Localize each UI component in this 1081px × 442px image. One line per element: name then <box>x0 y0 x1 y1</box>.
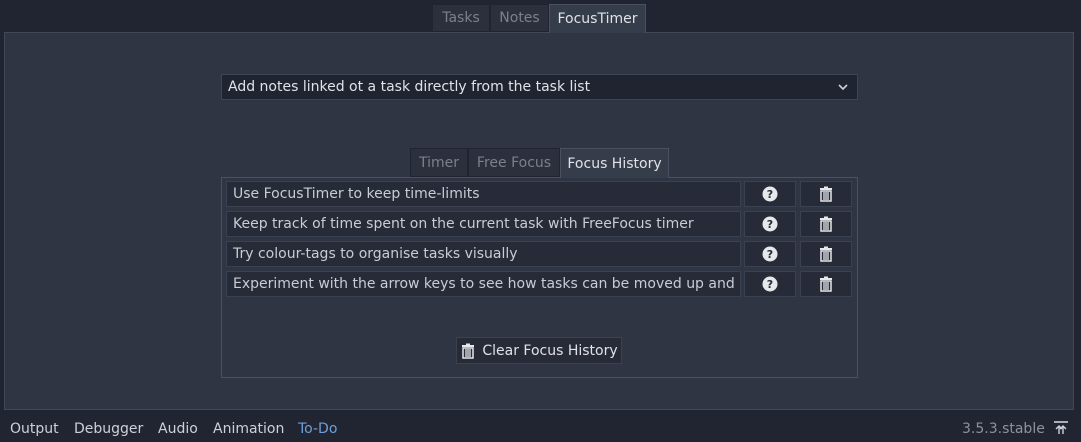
delete-button[interactable] <box>800 181 852 207</box>
trash-icon <box>820 246 832 262</box>
tab-focus-history[interactable]: Focus History <box>560 148 669 178</box>
help-button[interactable]: ? <box>744 241 796 267</box>
svg-text:?: ? <box>767 218 773 231</box>
clear-focus-history-button[interactable]: Clear Focus History <box>456 337 622 364</box>
tab-notes[interactable]: Notes <box>490 4 549 32</box>
help-button[interactable]: ? <box>744 181 796 207</box>
history-entry[interactable]: Try colour-tags to organise tasks visual… <box>226 241 741 267</box>
tip-select[interactable]: Add notes linked ot a task directly from… <box>221 74 858 100</box>
delete-button[interactable] <box>800 271 852 297</box>
tab-focustimer[interactable]: FocusTimer <box>549 4 646 33</box>
bottom-tab-todo[interactable]: To-Do <box>298 421 337 437</box>
svg-text:?: ? <box>767 188 773 201</box>
delete-button[interactable] <box>800 211 852 237</box>
bottom-tab-animation[interactable]: Animation <box>213 421 284 437</box>
chevron-down-icon <box>838 84 848 91</box>
expand-panel-icon[interactable] <box>1053 421 1069 435</box>
trash-icon <box>820 276 832 292</box>
svg-text:?: ? <box>767 278 773 291</box>
trash-icon <box>462 343 475 359</box>
trash-icon <box>820 186 832 202</box>
help-button[interactable]: ? <box>744 211 796 237</box>
help-icon: ? <box>762 246 778 262</box>
bottom-tab-debugger[interactable]: Debugger <box>74 421 143 437</box>
tip-select-value: Add notes linked ot a task directly from… <box>228 79 591 95</box>
clear-button-label: Clear Focus History <box>482 342 618 359</box>
history-entry[interactable]: Experiment with the arrow keys to see ho… <box>226 271 741 297</box>
tab-timer[interactable]: Timer <box>410 148 468 177</box>
delete-button[interactable] <box>800 241 852 267</box>
help-button[interactable]: ? <box>744 271 796 297</box>
history-entry[interactable]: Use FocusTimer to keep time-limits <box>226 181 741 207</box>
tab-tasks[interactable]: Tasks <box>432 4 490 32</box>
help-icon: ? <box>762 186 778 202</box>
help-icon: ? <box>762 276 778 292</box>
help-icon: ? <box>762 216 778 232</box>
bottom-tab-output[interactable]: Output <box>10 421 59 437</box>
trash-icon <box>820 216 832 232</box>
version-label: 3.5.3.stable <box>962 421 1045 437</box>
tab-free-focus[interactable]: Free Focus <box>468 148 560 177</box>
svg-text:?: ? <box>767 248 773 261</box>
bottom-panel-bar: Output Debugger Audio Animation To-Do 3.… <box>0 414 1081 442</box>
bottom-tab-audio[interactable]: Audio <box>158 421 198 437</box>
history-entry[interactable]: Keep track of time spent on the current … <box>226 211 741 237</box>
